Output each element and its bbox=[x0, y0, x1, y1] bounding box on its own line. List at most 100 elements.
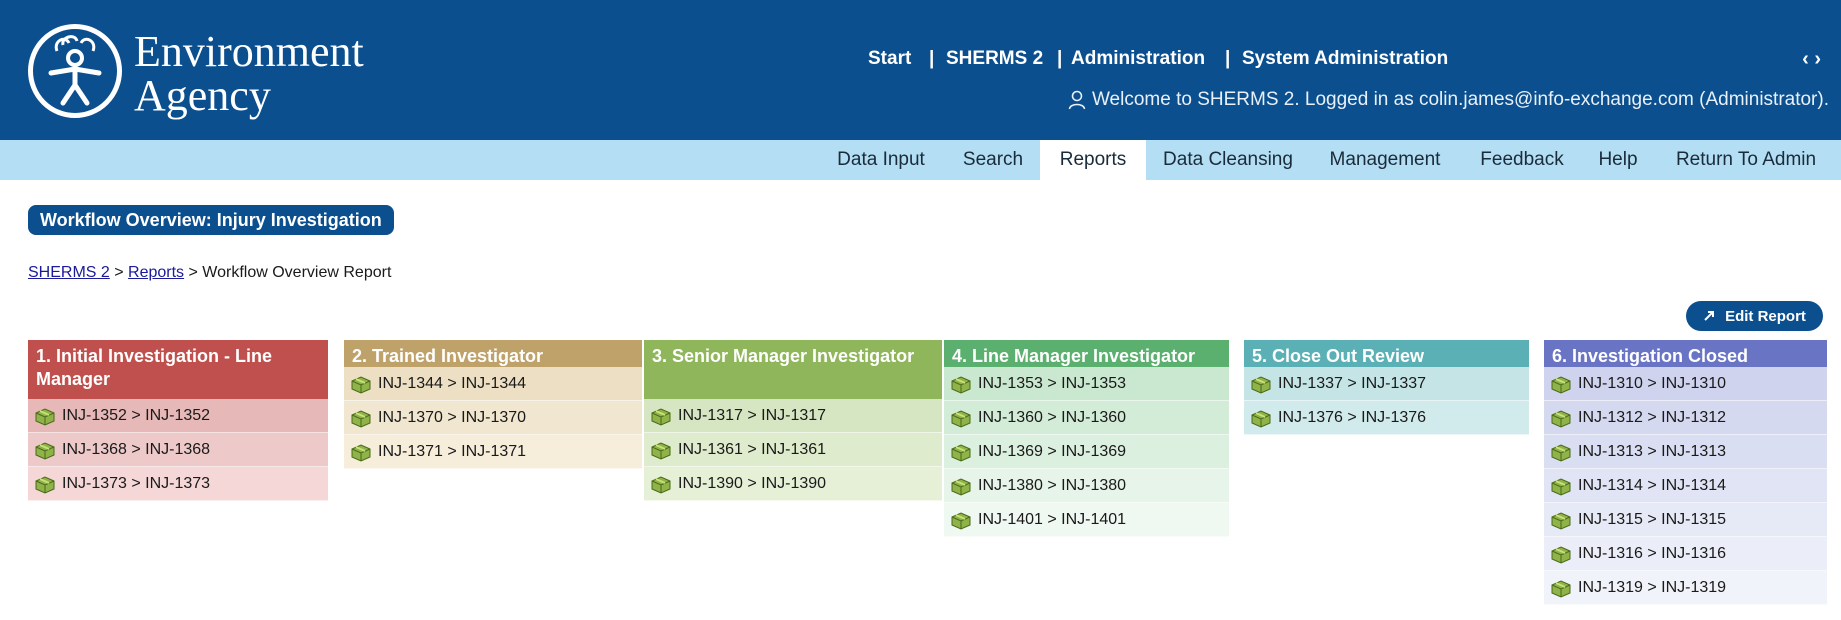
workflow-item-label: INJ-1373 > INJ-1373 bbox=[62, 474, 211, 492]
package-box-icon bbox=[651, 441, 671, 460]
workflow-item-label: INJ-1360 > INJ-1360 bbox=[978, 408, 1127, 426]
workflow-column: 5. Close Out Review INJ-1337 > INJ-1337 IN… bbox=[1244, 340, 1529, 435]
workflow-item-row[interactable]: INJ-1373 > INJ-1373 bbox=[28, 467, 328, 501]
nav-administration-link[interactable]: Administration bbox=[1071, 48, 1205, 70]
workflow-column-title: 2. Trained Investigator bbox=[344, 340, 642, 367]
workflow-item-row[interactable]: INJ-1369 > INJ-1369 bbox=[944, 435, 1229, 469]
expand-collapse-icon[interactable]: ‹ › bbox=[1802, 48, 1821, 71]
workflow-item-row[interactable]: INJ-1390 > INJ-1390 bbox=[644, 467, 942, 501]
package-box-icon bbox=[1551, 409, 1571, 428]
workflow-item-row[interactable]: INJ-1361 > INJ-1361 bbox=[644, 433, 942, 467]
breadcrumb-separator: > bbox=[109, 264, 129, 281]
workflow-column: 6. Investigation Closed INJ-1310 > INJ-13… bbox=[1544, 340, 1827, 605]
package-box-icon bbox=[35, 407, 55, 426]
menu-reports[interactable]: Reports bbox=[1040, 140, 1146, 180]
workflow-item-row[interactable]: INJ-1316 > INJ-1316 bbox=[1544, 537, 1827, 571]
package-box-icon bbox=[1551, 375, 1571, 394]
package-box-icon bbox=[35, 441, 55, 460]
workflow-column-title: 1. Initial Investigation - Line Manager bbox=[28, 340, 328, 399]
welcome-message: Welcome to SHERMS 2. Logged in as colin.… bbox=[1068, 89, 1829, 111]
workflow-item-label: INJ-1371 > INJ-1371 bbox=[378, 442, 527, 460]
breadcrumb-reports-link[interactable]: Reports bbox=[128, 264, 184, 281]
nav-system-administration-link[interactable]: System Administration bbox=[1242, 48, 1448, 70]
workflow-column-title: 4. Line Manager Investigator bbox=[944, 340, 1229, 367]
workflow-item-label: INJ-1369 > INJ-1369 bbox=[978, 442, 1127, 460]
workflow-item-row[interactable]: INJ-1344 > INJ-1344 bbox=[344, 367, 642, 401]
workflow-item-row[interactable]: INJ-1376 > INJ-1376 bbox=[1244, 401, 1529, 435]
workflow-item-row[interactable]: INJ-1314 > INJ-1314 bbox=[1544, 469, 1827, 503]
package-box-icon bbox=[1551, 443, 1571, 462]
top-navigation: Start | SHERMS 2 | Administration | Syst… bbox=[0, 48, 1841, 74]
menu-management[interactable]: Management bbox=[1322, 140, 1448, 180]
nav-start-link[interactable]: Start bbox=[868, 48, 911, 70]
menu-feedback[interactable]: Feedback bbox=[1472, 140, 1572, 180]
workflow-column: 1. Initial Investigation - Line Manager I… bbox=[28, 340, 328, 501]
package-box-icon bbox=[951, 511, 971, 530]
workflow-item-row[interactable]: INJ-1352 > INJ-1352 bbox=[28, 399, 328, 433]
package-box-icon bbox=[1551, 477, 1571, 496]
package-box-icon bbox=[351, 375, 371, 394]
package-box-icon bbox=[351, 409, 371, 428]
workflow-column-title: 3. Senior Manager Investigator bbox=[644, 340, 942, 399]
workflow-item-row[interactable]: INJ-1312 > INJ-1312 bbox=[1544, 401, 1827, 435]
workflow-column-title: 5. Close Out Review bbox=[1244, 340, 1529, 367]
workflow-column-title: 6. Investigation Closed bbox=[1544, 340, 1827, 367]
workflow-column: 2. Trained Investigator INJ-1344 > INJ-13… bbox=[344, 340, 642, 469]
workflow-item-row[interactable]: INJ-1368 > INJ-1368 bbox=[28, 433, 328, 467]
workflow-item-row[interactable]: INJ-1401 > INJ-1401 bbox=[944, 503, 1229, 537]
workflow-item-row[interactable]: INJ-1360 > INJ-1360 bbox=[944, 401, 1229, 435]
workflow-item-row[interactable]: INJ-1319 > INJ-1319 bbox=[1544, 571, 1827, 605]
menu-data-input[interactable]: Data Input bbox=[830, 140, 932, 180]
package-box-icon bbox=[1551, 579, 1571, 598]
nav-sherms-link[interactable]: SHERMS 2 bbox=[946, 48, 1043, 70]
page-title: Workflow Overview: Injury Investigation bbox=[28, 205, 394, 235]
workflow-item-row[interactable]: INJ-1371 > INJ-1371 bbox=[344, 435, 642, 469]
workflow-item-label: INJ-1368 > INJ-1368 bbox=[62, 440, 211, 458]
workflow-column: 4. Line Manager Investigator INJ-1353 > I… bbox=[944, 340, 1229, 537]
workflow-item-label: INJ-1401 > INJ-1401 bbox=[978, 510, 1127, 528]
workflow-item-label: INJ-1370 > INJ-1370 bbox=[378, 408, 527, 426]
package-box-icon bbox=[951, 409, 971, 428]
workflow-item-label: INJ-1376 > INJ-1376 bbox=[1278, 408, 1427, 426]
menu-data-cleansing[interactable]: Data Cleansing bbox=[1152, 140, 1304, 180]
workflow-item-label: INJ-1380 > INJ-1380 bbox=[978, 476, 1127, 494]
menu-search[interactable]: Search bbox=[955, 140, 1031, 180]
workflow-item-row[interactable]: INJ-1337 > INJ-1337 bbox=[1244, 367, 1529, 401]
package-box-icon bbox=[1551, 545, 1571, 564]
workflow-item-label: INJ-1316 > INJ-1316 bbox=[1578, 544, 1727, 562]
package-box-icon bbox=[951, 477, 971, 496]
package-box-icon bbox=[35, 475, 55, 494]
logo-wordmark[interactable]: Environment Agency bbox=[134, 30, 364, 118]
breadcrumb-home-link[interactable]: SHERMS 2 bbox=[28, 264, 110, 281]
workflow-item-label: INJ-1314 > INJ-1314 bbox=[1578, 476, 1727, 494]
menu-return-to-admin[interactable]: Return To Admin bbox=[1663, 140, 1829, 180]
workflow-item-label: INJ-1310 > INJ-1310 bbox=[1578, 374, 1727, 392]
workflow-item-row[interactable]: INJ-1313 > INJ-1313 bbox=[1544, 435, 1827, 469]
workflow-item-label: INJ-1390 > INJ-1390 bbox=[678, 474, 827, 492]
workflow-item-label: INJ-1353 > INJ-1353 bbox=[978, 374, 1127, 392]
edit-report-button[interactable]: Edit Report bbox=[1686, 301, 1823, 331]
package-box-icon bbox=[651, 407, 671, 426]
breadcrumb-current: Workflow Overview Report bbox=[202, 264, 392, 281]
workflow-item-row[interactable]: INJ-1317 > INJ-1317 bbox=[644, 399, 942, 433]
welcome-text: Welcome to SHERMS 2. Logged in as colin.… bbox=[1091, 89, 1829, 110]
package-box-icon bbox=[1251, 409, 1271, 428]
workflow-item-row[interactable]: INJ-1310 > INJ-1310 bbox=[1544, 367, 1827, 401]
workflow-item-label: INJ-1361 > INJ-1361 bbox=[678, 440, 827, 458]
site-header: Environment Agency Start | SHERMS 2 | Ad… bbox=[0, 0, 1841, 140]
workflow-item-label: INJ-1352 > INJ-1352 bbox=[62, 406, 211, 424]
workflow-item-label: INJ-1313 > INJ-1313 bbox=[1578, 442, 1727, 460]
workflow-item-row[interactable]: INJ-1370 > INJ-1370 bbox=[344, 401, 642, 435]
logo-line-2: Agency bbox=[134, 71, 271, 120]
menu-help[interactable]: Help bbox=[1590, 140, 1646, 180]
workflow-item-row[interactable]: INJ-1353 > INJ-1353 bbox=[944, 367, 1229, 401]
workflow-item-label: INJ-1344 > INJ-1344 bbox=[378, 374, 527, 392]
nav-separator: | bbox=[1225, 48, 1231, 69]
workflow-item-row[interactable]: INJ-1380 > INJ-1380 bbox=[944, 469, 1229, 503]
workflow-item-label: INJ-1315 > INJ-1315 bbox=[1578, 510, 1727, 528]
user-icon bbox=[1068, 90, 1086, 110]
workflow-item-row[interactable]: INJ-1315 > INJ-1315 bbox=[1544, 503, 1827, 537]
package-box-icon bbox=[951, 375, 971, 394]
breadcrumb-separator: > bbox=[184, 264, 203, 281]
package-box-icon bbox=[1251, 375, 1271, 394]
